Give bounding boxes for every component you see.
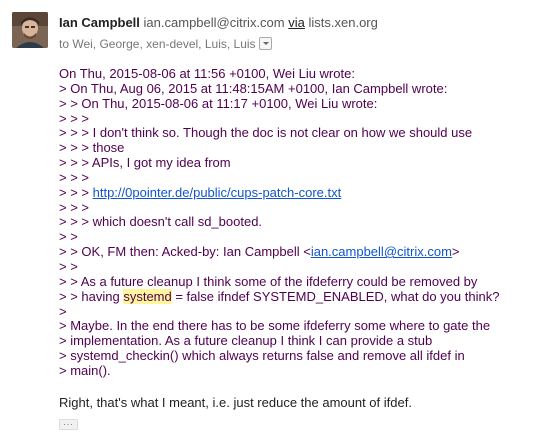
recipients-line: to Wei, George, xen-devel, Luis, Luis	[59, 37, 272, 51]
quoted-line: > > >	[59, 110, 89, 126]
quoted-line: > > OK, FM then: Acked-by: Ian Campbell …	[59, 244, 311, 260]
email-message: Ian Campbell ian.campbell@citrix.com via…	[0, 0, 550, 437]
quoted-text: On Thu, 2015-08-06 at 11:56 +0100, Wei L…	[59, 66, 500, 379]
quoted-line: > > >	[59, 169, 89, 185]
quoted-line: > > >	[59, 184, 93, 200]
quoted-line-rest: = false ifndef SYSTEMD_ENABLED, what do …	[171, 288, 500, 304]
patch-link[interactable]: http://0pointer.de/public/cups-patch-cor…	[93, 185, 342, 200]
quoted-line: > Maybe. In the end there has to be some…	[59, 318, 491, 334]
sender-line: Ian Campbell ian.campbell@citrix.com via…	[59, 15, 378, 30]
quoted-line: > main().	[59, 362, 111, 378]
quoted-line: > > > I don't think so. Though the doc i…	[59, 125, 473, 141]
sender-name[interactable]: Ian Campbell	[59, 15, 140, 30]
reply-text: Right, that's what I meant, i.e. just re…	[59, 395, 412, 410]
quoted-line: >	[59, 303, 67, 319]
quoted-line: > > As a future cleanup I think some of …	[59, 273, 478, 289]
ack-email-link[interactable]: ian.campbell@citrix.com	[311, 244, 452, 259]
quoted-line: > >	[59, 229, 78, 245]
ack-close: >	[451, 244, 460, 260]
sender-email: ian.campbell@citrix.com	[143, 15, 285, 30]
quoted-line: On Thu, 2015-08-06 at 11:56 +0100, Wei L…	[59, 66, 355, 81]
recipients-text: to Wei, George, xen-devel, Luis, Luis	[59, 37, 256, 51]
quoted-line: > > >	[59, 199, 89, 215]
avatar[interactable]	[12, 12, 48, 48]
via-domain: lists.xen.org	[308, 15, 378, 30]
quoted-line: > On Thu, Aug 06, 2015 at 11:48:15AM +01…	[59, 80, 448, 96]
sender-avatar-image	[12, 12, 48, 48]
quoted-line: > >	[59, 258, 78, 274]
quoted-line: > > > those	[59, 140, 125, 156]
quoted-line: > > > which doesn't call sd_booted.	[59, 214, 263, 230]
quoted-line: > implementation. As a future cleanup I …	[59, 333, 433, 349]
quoted-line: > > On Thu, 2015-08-06 at 11:17 +0100, W…	[59, 95, 378, 111]
quoted-line: > > having	[59, 288, 124, 304]
chevron-down-icon[interactable]	[258, 37, 272, 50]
quoted-line: > > > APIs, I got my idea from	[59, 155, 231, 171]
highlighted-term: systemd	[123, 288, 172, 304]
via-link[interactable]: via	[288, 15, 305, 30]
quoted-line: > systemd_checkin() which always returns…	[59, 348, 465, 364]
show-trimmed-content-button[interactable]: ...	[59, 418, 78, 430]
